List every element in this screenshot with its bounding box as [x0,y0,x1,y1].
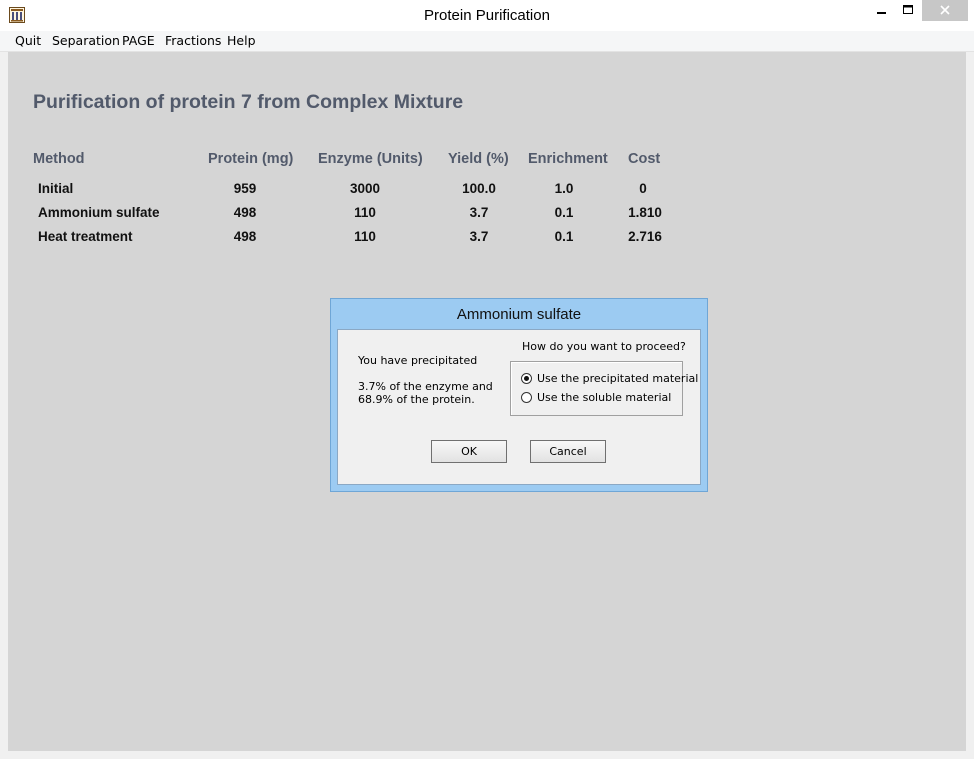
cell-protein: 959 [233,181,257,196]
cell-protein: 498 [233,229,257,244]
menu-bar: Quit Separation PAGE Fractions Help [0,31,974,52]
close-icon [940,2,950,20]
cell-enrichment: 0.1 [554,229,574,244]
cell-enrichment: 0.1 [554,205,574,220]
maximize-icon [902,2,914,20]
dialog-body: You have precipitated 3.7% of the enzyme… [337,329,701,485]
cell-enrichment: 1.0 [554,181,574,196]
ammonium-sulfate-dialog: Ammonium sulfate You have precipitated 3… [330,298,708,492]
close-button[interactable] [922,0,968,21]
radio-button[interactable] [521,392,532,403]
maximize-button[interactable] [895,0,921,21]
cell-yield: 3.7 [469,229,489,244]
column-header-protein: Protein (mg) [208,151,294,167]
radio-button-selected[interactable] [521,373,532,384]
column-header-cost: Cost [628,151,661,167]
cell-cost: 2.716 [628,229,662,244]
minimize-icon [877,2,887,20]
cell-yield: 3.7 [469,205,489,220]
column-header-yield: Yield (%) [448,151,509,167]
cell-enzyme: 3000 [349,181,381,196]
cell-enzyme: 110 [354,205,376,220]
title-bar: Protein Purification [0,0,974,31]
column-header-method: Method [33,151,85,167]
menu-quit[interactable]: Quit [15,33,41,48]
proceed-options-group: Use the precipitated material Use the so… [510,361,698,416]
minimize-button[interactable] [869,0,895,21]
cell-method: Ammonium sulfate [38,205,160,220]
radio-label: Use the soluble material [537,391,672,404]
page-heading: Purification of protein 7 from Complex M… [33,91,464,113]
column-header-enrichment: Enrichment [528,151,608,167]
menu-help[interactable]: Help [227,33,256,48]
radio-soluble[interactable]: Use the soluble material [521,391,671,404]
cell-yield: 100.0 [462,181,496,196]
dialog-message-line-3: 68.9% of the protein. [358,393,475,406]
cell-method: Initial [38,181,74,196]
menu-separation[interactable]: Separation [52,33,120,48]
cell-cost: 1.810 [628,205,662,220]
dialog-message-line-1: You have precipitated [358,354,478,367]
ok-button[interactable]: OK [431,440,507,463]
cell-cost: 0 [639,181,647,196]
cell-protein: 498 [233,205,257,220]
dialog-title: Ammonium sulfate [456,306,582,323]
radio-precipitated[interactable]: Use the precipitated material [521,372,698,385]
menu-fractions[interactable]: Fractions [165,33,221,48]
window-title: Protein Purification [424,7,550,24]
radio-label: Use the precipitated material [537,372,699,385]
proceed-question: How do you want to proceed? [522,340,686,353]
menu-page[interactable]: PAGE [122,33,155,48]
dialog-message-line-2: 3.7% of the enzyme and [358,380,493,393]
cell-method: Heat treatment [38,229,133,244]
column-header-enzyme: Enzyme (Units) [318,151,423,167]
cancel-button[interactable]: Cancel [530,440,606,463]
cell-enzyme: 110 [354,229,376,244]
